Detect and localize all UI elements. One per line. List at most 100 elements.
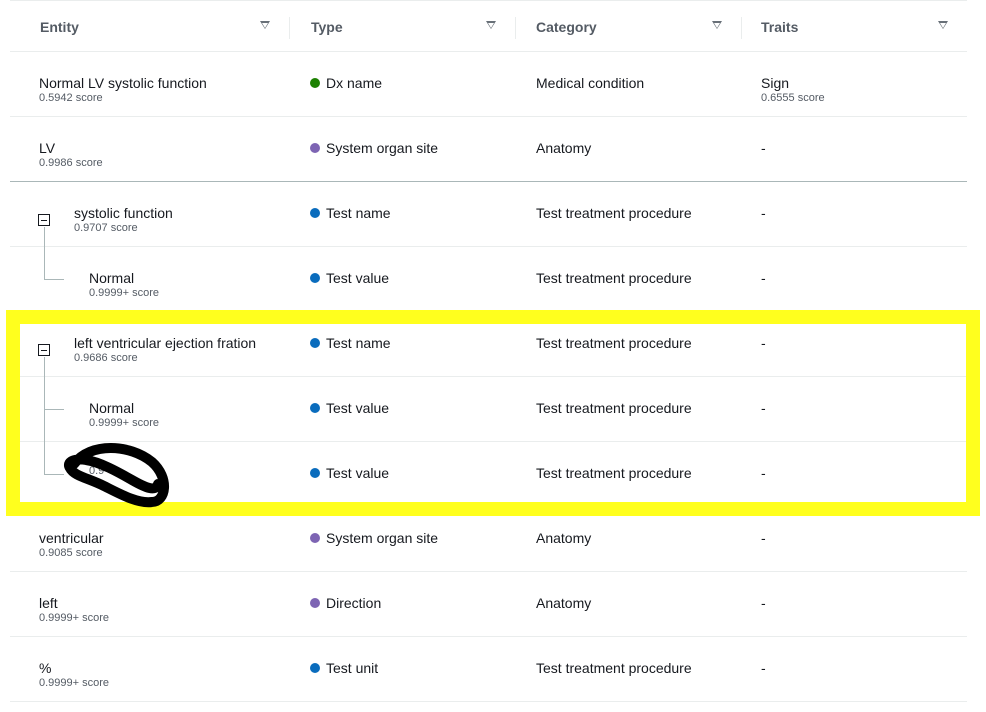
tree-connector xyxy=(44,474,64,475)
traits-cell: - xyxy=(761,637,766,677)
traits-cell: - xyxy=(761,247,766,287)
entity-name: left ventricular ejection fration xyxy=(74,335,257,351)
type-label: Test value xyxy=(326,465,390,481)
category-cell: Test treatment procedure xyxy=(536,442,692,481)
entity-cell: Normal 0.9999+ score xyxy=(89,247,159,300)
table-row: left 0.9999+ score Direction Anatomy - xyxy=(10,572,967,637)
category-label: Test treatment procedure xyxy=(536,400,692,416)
type-dot-icon xyxy=(310,533,320,543)
type-dot-icon xyxy=(310,208,320,218)
category-label: Anatomy xyxy=(536,530,592,546)
type-cell: Dx name xyxy=(310,52,382,91)
table-row: LV 0.9986 score System organ site Anatom… xyxy=(10,117,967,182)
entity-cell: 0.9 xyxy=(89,442,104,478)
traits-cell: - xyxy=(761,572,766,612)
type-label: Test name xyxy=(326,205,391,221)
type-dot-icon xyxy=(310,663,320,673)
type-dot-icon xyxy=(310,78,320,88)
entity-score: 0.9707 score xyxy=(74,222,138,234)
trait-label: - xyxy=(761,660,766,676)
category-cell: Anatomy xyxy=(536,572,591,611)
tree-connector xyxy=(44,442,45,475)
type-cell: Test value xyxy=(310,247,389,286)
entity-score: 0.9 xyxy=(89,465,105,477)
type-label: System organ site xyxy=(326,140,439,156)
tree-connector xyxy=(44,279,64,280)
type-dot-icon xyxy=(310,403,320,413)
entity-cell: Normal 0.9999+ score xyxy=(89,377,159,430)
column-header-traits[interactable]: Traits xyxy=(731,1,967,53)
category-label: Test treatment procedure xyxy=(536,465,692,481)
entity-score: 0.9999+ score xyxy=(39,612,110,624)
table-row: ventricular 0.9085 score System organ si… xyxy=(10,507,967,572)
category-label: Medical condition xyxy=(536,75,645,91)
category-label: Test treatment procedure xyxy=(536,660,692,676)
entity-score: 0.9999+ score xyxy=(89,287,160,299)
type-cell: System organ site xyxy=(310,507,438,546)
category-cell: Test treatment procedure xyxy=(536,247,692,286)
trait-label: - xyxy=(761,595,766,611)
trait-label: - xyxy=(761,400,766,416)
entities-table: Entity Type Category Traits Normal LV sy… xyxy=(10,0,967,702)
category-label: Test treatment procedure xyxy=(536,270,692,286)
entity-name: Normal xyxy=(89,400,135,416)
entity-score: 0.9986 score xyxy=(39,157,103,169)
entity-name: Normal LV systolic function xyxy=(39,75,207,91)
column-label-category: Category xyxy=(536,19,597,35)
sort-caret-icon[interactable] xyxy=(712,21,722,29)
category-cell: Medical condition xyxy=(536,52,644,91)
tree-connector xyxy=(44,357,45,377)
table-row: Normal 0.9999+ score Test value Test tre… xyxy=(10,247,967,312)
type-cell: Test value xyxy=(310,442,389,481)
table-row: Normal LV systolic function 0.5942 score… xyxy=(10,52,967,117)
sort-caret-icon[interactable] xyxy=(938,21,948,29)
trait-label: - xyxy=(761,205,766,221)
traits-cell: - xyxy=(761,117,766,157)
trait-label: - xyxy=(761,140,766,156)
trait-label: - xyxy=(761,335,766,351)
entity-cell: left ventricular ejection fration 0.9686… xyxy=(74,312,256,365)
traits-cell: - xyxy=(761,442,766,482)
entity-name: left xyxy=(39,595,58,611)
column-label-type: Type xyxy=(311,19,343,35)
trait-label: Sign xyxy=(761,75,790,91)
collapse-icon[interactable] xyxy=(38,214,50,226)
category-cell: Test treatment procedure xyxy=(536,637,692,676)
table-row: left ventricular ejection fration 0.9686… xyxy=(10,312,967,377)
table-row: % 0.9999+ score Test unit Test treatment… xyxy=(10,637,967,702)
entity-cell: left 0.9999+ score xyxy=(39,572,109,625)
column-header-entity[interactable]: Entity xyxy=(10,1,290,53)
type-label: Test name xyxy=(326,335,391,351)
entity-cell: Normal LV systolic function 0.5942 score xyxy=(39,52,207,105)
entity-score: 0.9999+ score xyxy=(89,417,160,429)
column-label-entity: Entity xyxy=(40,19,79,35)
type-dot-icon xyxy=(310,598,320,608)
sort-caret-icon[interactable] xyxy=(260,21,270,29)
trait-label: - xyxy=(761,465,766,481)
traits-cell: - xyxy=(761,312,766,352)
tree-connector xyxy=(44,247,45,280)
entity-cell: ventricular 0.9085 score xyxy=(39,507,104,560)
traits-cell: - xyxy=(761,182,766,222)
entity-cell: LV 0.9986 score xyxy=(39,117,103,170)
entity-cell: % 0.9999+ score xyxy=(39,637,109,690)
type-cell: Direction xyxy=(310,572,381,611)
tree-connector xyxy=(44,227,45,247)
category-label: Test treatment procedure xyxy=(536,335,692,351)
column-header-type[interactable]: Type xyxy=(281,1,516,53)
type-cell: Test unit xyxy=(310,637,378,676)
entity-cell: systolic function 0.9707 score xyxy=(74,182,173,235)
type-label: Test value xyxy=(326,270,390,286)
column-header-category[interactable]: Category xyxy=(506,1,741,53)
entity-name: Normal xyxy=(89,270,135,286)
category-cell: Anatomy xyxy=(536,507,591,546)
trait-label: - xyxy=(761,530,766,546)
type-cell: Test name xyxy=(310,312,391,351)
column-label-traits: Traits xyxy=(761,19,799,35)
category-label: Anatomy xyxy=(536,140,592,156)
sort-caret-icon[interactable] xyxy=(486,21,496,29)
trait-score: 0.6555 score xyxy=(761,92,825,104)
tree-connector xyxy=(44,409,64,410)
collapse-icon[interactable] xyxy=(38,344,50,356)
type-dot-icon xyxy=(310,143,320,153)
